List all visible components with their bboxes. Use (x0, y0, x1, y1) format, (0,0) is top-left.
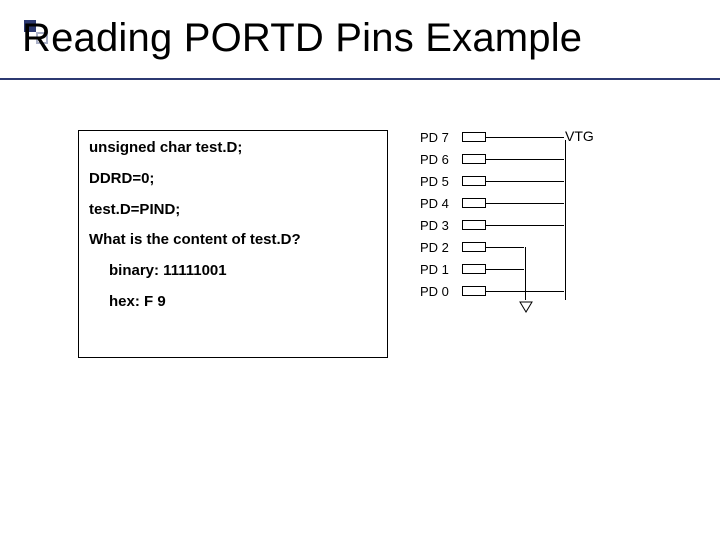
pin-box-icon (462, 220, 486, 230)
pin-wire (486, 203, 564, 204)
title-underline (0, 78, 720, 80)
pin-label: PD 4 (420, 196, 460, 211)
pin-box-icon (462, 154, 486, 164)
pin-row: PD 3 (420, 214, 564, 236)
code-line: DDRD=0; (89, 170, 377, 189)
pin-box-icon (462, 242, 486, 252)
code-line: hex: F 9 (89, 293, 377, 312)
code-line: What is the content of test.D? (89, 231, 377, 250)
pin-wire (486, 181, 564, 182)
code-line: binary: 11111001 (89, 262, 377, 281)
ground-tap-line (525, 247, 526, 300)
pin-wire (486, 225, 564, 226)
pin-box-icon (462, 132, 486, 142)
pin-label: PD 3 (420, 218, 460, 233)
pin-wire (486, 247, 524, 248)
pin-label: PD 6 (420, 152, 460, 167)
pin-wire (486, 137, 564, 138)
code-line: test.D=PIND; (89, 201, 377, 220)
pin-box-icon (462, 198, 486, 208)
pin-row: PD 5 (420, 170, 564, 192)
pin-row: PD 2 (420, 236, 564, 258)
ground-icon (519, 300, 533, 314)
pin-label: PD 2 (420, 240, 460, 255)
vtg-label: VTG (565, 128, 594, 144)
pin-row: PD 6 (420, 148, 564, 170)
slide: Reading PORTD Pins Example unsigned char… (0, 0, 720, 540)
pin-label: PD 5 (420, 174, 460, 189)
pin-wire (486, 159, 564, 160)
pin-box-icon (462, 286, 486, 296)
code-line: unsigned char test.D; (89, 139, 377, 158)
pin-row: PD 4 (420, 192, 564, 214)
pin-row: PD 1 (420, 258, 564, 280)
pin-wire (486, 269, 524, 270)
pin-box-icon (462, 176, 486, 186)
code-box: unsigned char test.D; DDRD=0; test.D=PIN… (78, 130, 388, 358)
slide-title: Reading PORTD Pins Example (22, 16, 582, 60)
pin-diagram: PD 7 PD 6 PD 5 PD 4 PD 3 PD 2 (420, 126, 564, 302)
pin-row: PD 7 (420, 126, 564, 148)
pin-label: PD 7 (420, 130, 460, 145)
pin-box-icon (462, 264, 486, 274)
pin-row: PD 0 (420, 280, 564, 302)
vtg-bus-line (565, 140, 566, 300)
pin-label: PD 0 (420, 284, 460, 299)
pin-label: PD 1 (420, 262, 460, 277)
